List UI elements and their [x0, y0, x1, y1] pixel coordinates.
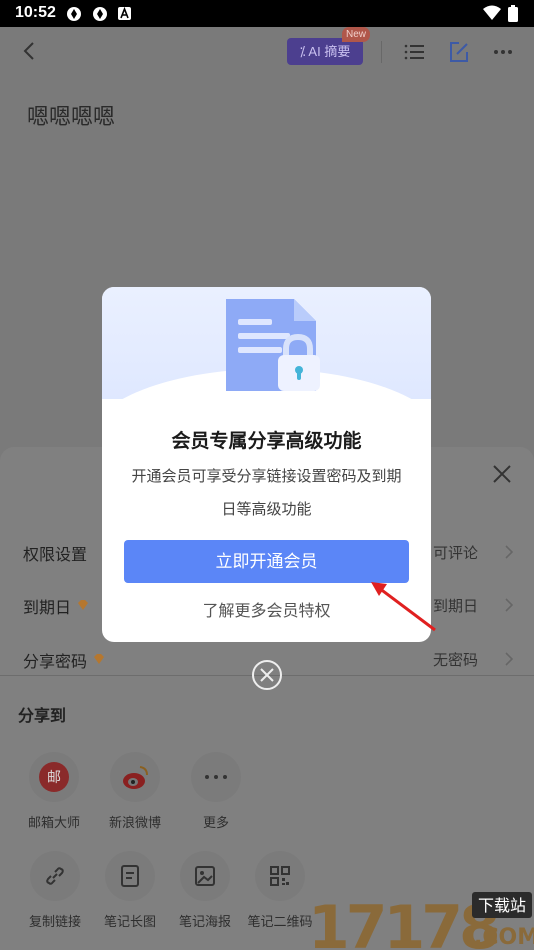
share-target-long-image[interactable]: 笔记长图: [90, 851, 170, 930]
setting-label: 权限设置: [23, 547, 88, 564]
share-icon-bg: [30, 851, 80, 901]
share-icon-bg: 邮: [29, 752, 79, 802]
share-icon-bg: [191, 752, 241, 802]
chevron-right-icon: [505, 545, 514, 559]
battery-icon: [508, 5, 518, 22]
ai-summary-button[interactable]: ⁒ AI 摘要: [287, 38, 363, 65]
back-arrow-icon[interactable]: [18, 39, 42, 63]
dialog-description: 开通会员可享受分享链接设置密码及到期日等高级功能: [131, 468, 402, 518]
share-target-label: 复制链接: [28, 914, 81, 929]
share-icon-bg: [180, 851, 230, 901]
site-watermark-logo: 17178 下载站 .COM: [308, 892, 534, 950]
status-bar: 10:52: [0, 0, 534, 27]
share-icon-bg: [110, 752, 160, 802]
document-title[interactable]: 嗯嗯嗯嗯: [27, 99, 115, 131]
share-target-label: 笔记长图: [103, 914, 156, 929]
dialog-hero: [102, 287, 431, 449]
svg-text:下载站: 下载站: [478, 896, 526, 915]
top-toolbar: ⁒ AI 摘要 New: [0, 27, 534, 77]
annotation-arrow: [371, 582, 436, 632]
setting-value: 可评论: [432, 545, 478, 562]
share-icon-bg: [105, 851, 155, 901]
link-icon: [46, 867, 64, 885]
share-target-label: 笔记海报: [178, 914, 231, 929]
app-notification-icon: [67, 7, 81, 21]
share-target-label: 新浪微博: [108, 815, 161, 830]
share-to-heading: 分享到: [18, 708, 67, 725]
premium-diamond-icon: [78, 600, 88, 610]
share-target-label: 邮箱大师: [27, 815, 80, 830]
setting-label: 分享密码: [23, 654, 88, 671]
setting-label: 到期日: [23, 600, 72, 617]
svg-text:17178: 17178: [308, 893, 498, 950]
app-a-icon: [118, 7, 131, 20]
mail-master-icon: 邮: [39, 762, 69, 792]
share-target-copy-link[interactable]: 复制链接: [15, 851, 95, 930]
premium-diamond-icon: [94, 654, 104, 664]
toolbar-divider: [381, 41, 382, 63]
ai-summary-label: AI 摘要: [308, 44, 351, 59]
dialog-title: 会员专属分享高级功能: [171, 431, 362, 452]
locked-document-icon: [226, 299, 320, 391]
chevron-right-icon: [505, 652, 514, 666]
share-target-poster[interactable]: 笔记海报: [165, 851, 245, 930]
share-target-mail-master[interactable]: 邮 邮箱大师: [14, 752, 94, 831]
wifi-icon: [483, 5, 501, 20]
close-circle-icon[interactable]: [251, 659, 283, 691]
poster-icon: [195, 866, 215, 886]
qrcode-icon: [270, 866, 290, 886]
close-icon[interactable]: [491, 463, 513, 485]
new-badge: New: [342, 27, 371, 42]
share-icon-bg: [255, 851, 305, 901]
setting-value: 无密码: [432, 652, 478, 669]
more-menu-icon[interactable]: [491, 40, 515, 64]
weibo-icon: [123, 766, 148, 789]
chevron-right-icon: [505, 598, 514, 612]
svg-text:邮: 邮: [47, 770, 61, 786]
app-notification-icon: [93, 7, 107, 21]
share-target-more[interactable]: 更多: [176, 752, 256, 831]
outline-list-icon[interactable]: [402, 40, 426, 64]
edit-icon[interactable]: [447, 40, 471, 64]
share-target-weibo[interactable]: 新浪微博: [95, 752, 175, 831]
long-image-icon: [121, 865, 139, 887]
more-dots-icon: [205, 775, 227, 779]
share-target-label: 更多: [202, 815, 229, 830]
status-time: 10:52: [15, 4, 56, 21]
svg-text:.COM: .COM: [474, 925, 534, 950]
